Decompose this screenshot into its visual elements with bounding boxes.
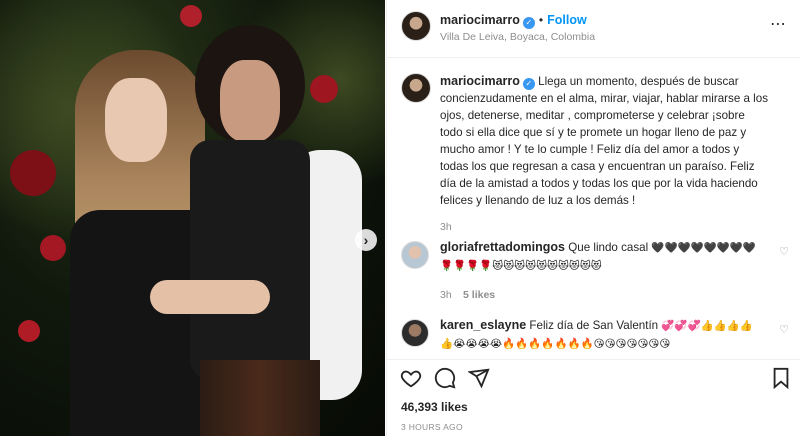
- ornament: [10, 150, 56, 196]
- comments-section: mariocimarro ✓ Llega un momento, después …: [387, 59, 800, 359]
- man-face: [220, 60, 280, 142]
- bookmark-icon[interactable]: [769, 366, 793, 390]
- share-icon[interactable]: [467, 366, 491, 390]
- comment-time[interactable]: 3h: [440, 289, 452, 301]
- more-options-icon[interactable]: ⋯: [770, 14, 787, 34]
- verified-badge-icon: ✓: [522, 78, 535, 90]
- comment-avatar[interactable]: [401, 241, 429, 269]
- post-header: mariocimarro ✓ • Follow Villa De Leiva, Boy…: [387, 0, 800, 58]
- comment-body: karen_eslayne Feliz día de San Valentín …: [440, 317, 760, 353]
- ornament: [180, 5, 202, 27]
- ornament: [310, 75, 338, 103]
- avatar[interactable]: [401, 11, 431, 41]
- comment-like-heart-icon[interactable]: ♡: [779, 323, 789, 336]
- comment-text: Feliz día de San Valentín: [529, 319, 659, 332]
- comment-likes[interactable]: 5 likes: [463, 289, 495, 301]
- header-username[interactable]: mariocimarro: [440, 13, 520, 27]
- comment-like-heart-icon[interactable]: ♡: [779, 245, 789, 258]
- man-kilt: [200, 360, 320, 436]
- post-side-panel: mariocimarro ✓ • Follow Villa De Leiva, Boy…: [386, 0, 800, 436]
- comment-body: gloriafrettadomingos Que lindo casal 🖤🖤🖤…: [440, 239, 760, 275]
- man-vest: [190, 140, 310, 380]
- comment-username[interactable]: gloriafrettadomingos: [440, 240, 565, 254]
- likes-count[interactable]: 46,393 likes: [401, 400, 468, 414]
- woman-face: [105, 78, 167, 162]
- caption-text-block: mariocimarro ✓ Llega un momento, después …: [440, 73, 770, 209]
- chevron-right-icon[interactable]: ›: [355, 229, 377, 251]
- post-photo[interactable]: ›: [0, 0, 385, 436]
- comment-avatar[interactable]: [401, 319, 429, 347]
- comment-text: Que lindo casal: [568, 241, 649, 254]
- ornament: [18, 320, 40, 342]
- comment-icon[interactable]: [433, 366, 457, 390]
- separator-dot: •: [538, 13, 544, 27]
- post-actions: 46,393 likes 3 HOURS AGO: [387, 359, 800, 436]
- heart-icon[interactable]: [399, 366, 423, 390]
- comment-username[interactable]: karen_eslayne: [440, 318, 526, 332]
- caption-text: Llega un momento, después de buscar conc…: [440, 75, 768, 207]
- verified-badge-icon: ✓: [522, 17, 535, 29]
- header-username-row: mariocimarro ✓ • Follow: [440, 13, 587, 29]
- comment-meta: 3h 5 likes: [440, 287, 495, 301]
- location-link[interactable]: Villa De Leiva, Boyaca, Colombia: [440, 31, 595, 43]
- caption-avatar[interactable]: [401, 73, 431, 103]
- ornament: [40, 235, 66, 261]
- woman-arm: [150, 280, 270, 314]
- caption-username[interactable]: mariocimarro: [440, 74, 520, 88]
- follow-button[interactable]: Follow: [547, 13, 587, 27]
- caption-time[interactable]: 3h: [440, 221, 452, 233]
- post-timestamp[interactable]: 3 HOURS AGO: [401, 422, 463, 432]
